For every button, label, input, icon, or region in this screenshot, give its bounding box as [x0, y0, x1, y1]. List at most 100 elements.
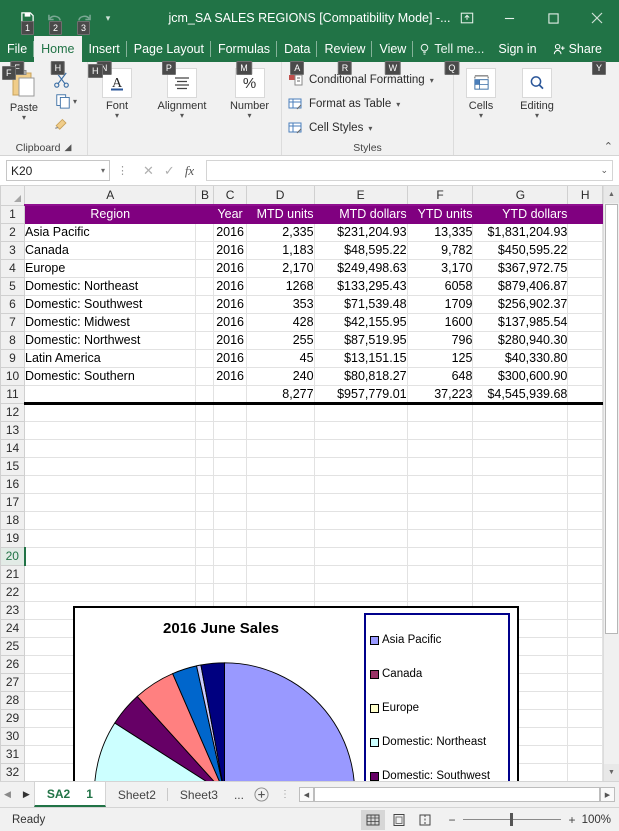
cell-C18[interactable] [213, 510, 247, 530]
ribbon-display-options-icon[interactable] [447, 0, 487, 36]
cell-H23[interactable] [567, 600, 603, 620]
row-header-15[interactable]: 15 [0, 456, 25, 476]
cell-C2[interactable]: 2016 [213, 222, 247, 242]
row-header-30[interactable]: 30 [0, 726, 25, 746]
maximize-button[interactable] [531, 0, 575, 36]
cell-D15[interactable] [245, 456, 315, 476]
add-sheet-button[interactable] [248, 782, 275, 807]
cell-C10[interactable]: 2016 [213, 366, 247, 386]
cell-E15[interactable] [313, 456, 408, 476]
scroll-down-arrow-icon[interactable]: ▼ [603, 764, 619, 781]
redo-button[interactable]: 3 [70, 5, 96, 35]
cell-F22[interactable] [406, 582, 474, 602]
row-header-25[interactable]: 25 [0, 636, 25, 656]
cell-D8[interactable]: 255 [245, 330, 315, 350]
cell-F12[interactable] [406, 402, 474, 422]
cell-G8[interactable]: $280,940.30 [472, 330, 569, 350]
tab-file[interactable]: File F [0, 36, 35, 75]
row-header-23[interactable]: 23 [0, 600, 25, 620]
row-header-17[interactable]: 17 [0, 492, 25, 512]
cell-G16[interactable] [472, 474, 569, 494]
cell-F4[interactable]: 3,170 [406, 258, 474, 278]
cell-B8[interactable] [195, 330, 215, 350]
cell-B17[interactable] [195, 492, 215, 512]
cell-H3[interactable] [567, 240, 603, 260]
cell-F20[interactable] [406, 546, 474, 566]
column-header-g[interactable]: G [472, 186, 569, 206]
sheet-nav-prev-icon[interactable]: ◀ [4, 789, 11, 800]
cell-B22[interactable] [195, 582, 215, 602]
cell-G12[interactable] [472, 402, 569, 422]
cell-C3[interactable]: 2016 [213, 240, 247, 260]
cell-H28[interactable] [567, 690, 603, 710]
insert-function-icon[interactable]: fx [185, 163, 194, 179]
cell-D17[interactable] [245, 492, 315, 512]
cell-B6[interactable] [195, 294, 215, 314]
cell-B9[interactable] [195, 348, 215, 368]
cell-D18[interactable] [245, 510, 315, 530]
row-header-20[interactable]: 20 [0, 546, 26, 566]
cell-C11[interactable] [213, 384, 247, 405]
horizontal-scrollbar[interactable]: ◀ ▶ [295, 782, 619, 807]
scroll-up-arrow-icon[interactable]: ▲ [603, 186, 619, 203]
cell-G10[interactable]: $300,600.90 [472, 366, 569, 386]
cell-H13[interactable] [567, 420, 603, 440]
cell-B14[interactable] [195, 438, 215, 458]
row-header-5[interactable]: 5 [0, 276, 25, 296]
row-header-19[interactable]: 19 [0, 528, 25, 548]
cell-E2[interactable]: $231,204.93 [313, 222, 408, 242]
row-header-7[interactable]: 7 [0, 312, 25, 332]
tab-insert[interactable]: Insert N [82, 36, 128, 75]
customize-quick-access-toolbar-button[interactable]: ▾ [98, 5, 118, 31]
cell-G7[interactable]: $137,985.54 [472, 312, 569, 332]
cell-D9[interactable]: 45 [245, 348, 315, 368]
zoom-in-button[interactable]: + [567, 813, 577, 827]
row-header-8[interactable]: 8 [0, 330, 25, 350]
cell-A20[interactable] [23, 546, 197, 566]
cell-A17[interactable] [23, 492, 197, 512]
enter-icon[interactable]: ✓ [164, 163, 175, 179]
cell-D16[interactable] [245, 474, 315, 494]
copy-button[interactable]: ▾ [48, 90, 84, 112]
cell-E8[interactable]: $87,519.95 [313, 330, 408, 350]
cell-F9[interactable]: 125 [406, 348, 474, 368]
row-header-24[interactable]: 24 [0, 618, 25, 638]
row-header-4[interactable]: 4 [0, 258, 25, 278]
cell-A8[interactable]: Domestic: Northwest [23, 330, 197, 350]
cell-H7[interactable] [567, 312, 603, 332]
cell-G21[interactable] [472, 564, 569, 584]
cell-H26[interactable] [567, 654, 603, 674]
cell-D5[interactable]: 1268 [245, 276, 315, 296]
cell-G17[interactable] [472, 492, 569, 512]
cell-H1[interactable] [567, 204, 603, 224]
tab-review[interactable]: Review R [317, 36, 373, 75]
cell-A2[interactable]: Asia Pacific [23, 222, 197, 242]
cell-D11[interactable]: 8,277 [245, 384, 315, 405]
cell-G19[interactable] [472, 528, 569, 548]
cancel-icon[interactable]: ✕ [143, 163, 154, 179]
zoom-slider-thumb[interactable] [510, 813, 513, 826]
cell-B20[interactable] [195, 546, 215, 566]
cell-F5[interactable]: 6058 [406, 276, 474, 296]
zoom-control[interactable]: − + [447, 813, 577, 827]
cell-F21[interactable] [406, 564, 474, 584]
row-header-27[interactable]: 27 [0, 672, 25, 692]
legend-item[interactable]: Asia Pacific [370, 634, 504, 646]
sign-in-button[interactable]: Sign in [490, 36, 544, 62]
cell-H16[interactable] [567, 474, 603, 494]
cell-D1[interactable]: MTD units [245, 204, 315, 224]
cell-E11[interactable]: $957,779.01 [313, 384, 408, 405]
cell-H27[interactable] [567, 672, 603, 692]
cell-A19[interactable] [23, 528, 197, 548]
cell-G1[interactable]: YTD dollars [472, 204, 569, 224]
cell-B15[interactable] [195, 456, 215, 476]
column-header-a[interactable]: A [23, 186, 197, 206]
zoom-out-button[interactable]: − [447, 813, 457, 827]
column-header-f[interactable]: F [406, 186, 474, 206]
cell-H5[interactable] [567, 276, 603, 296]
cell-C20[interactable] [213, 546, 247, 566]
cell-D21[interactable] [245, 564, 315, 584]
cell-A21[interactable] [23, 564, 197, 584]
cell-C5[interactable]: 2016 [213, 276, 247, 296]
cell-B7[interactable] [195, 312, 215, 332]
